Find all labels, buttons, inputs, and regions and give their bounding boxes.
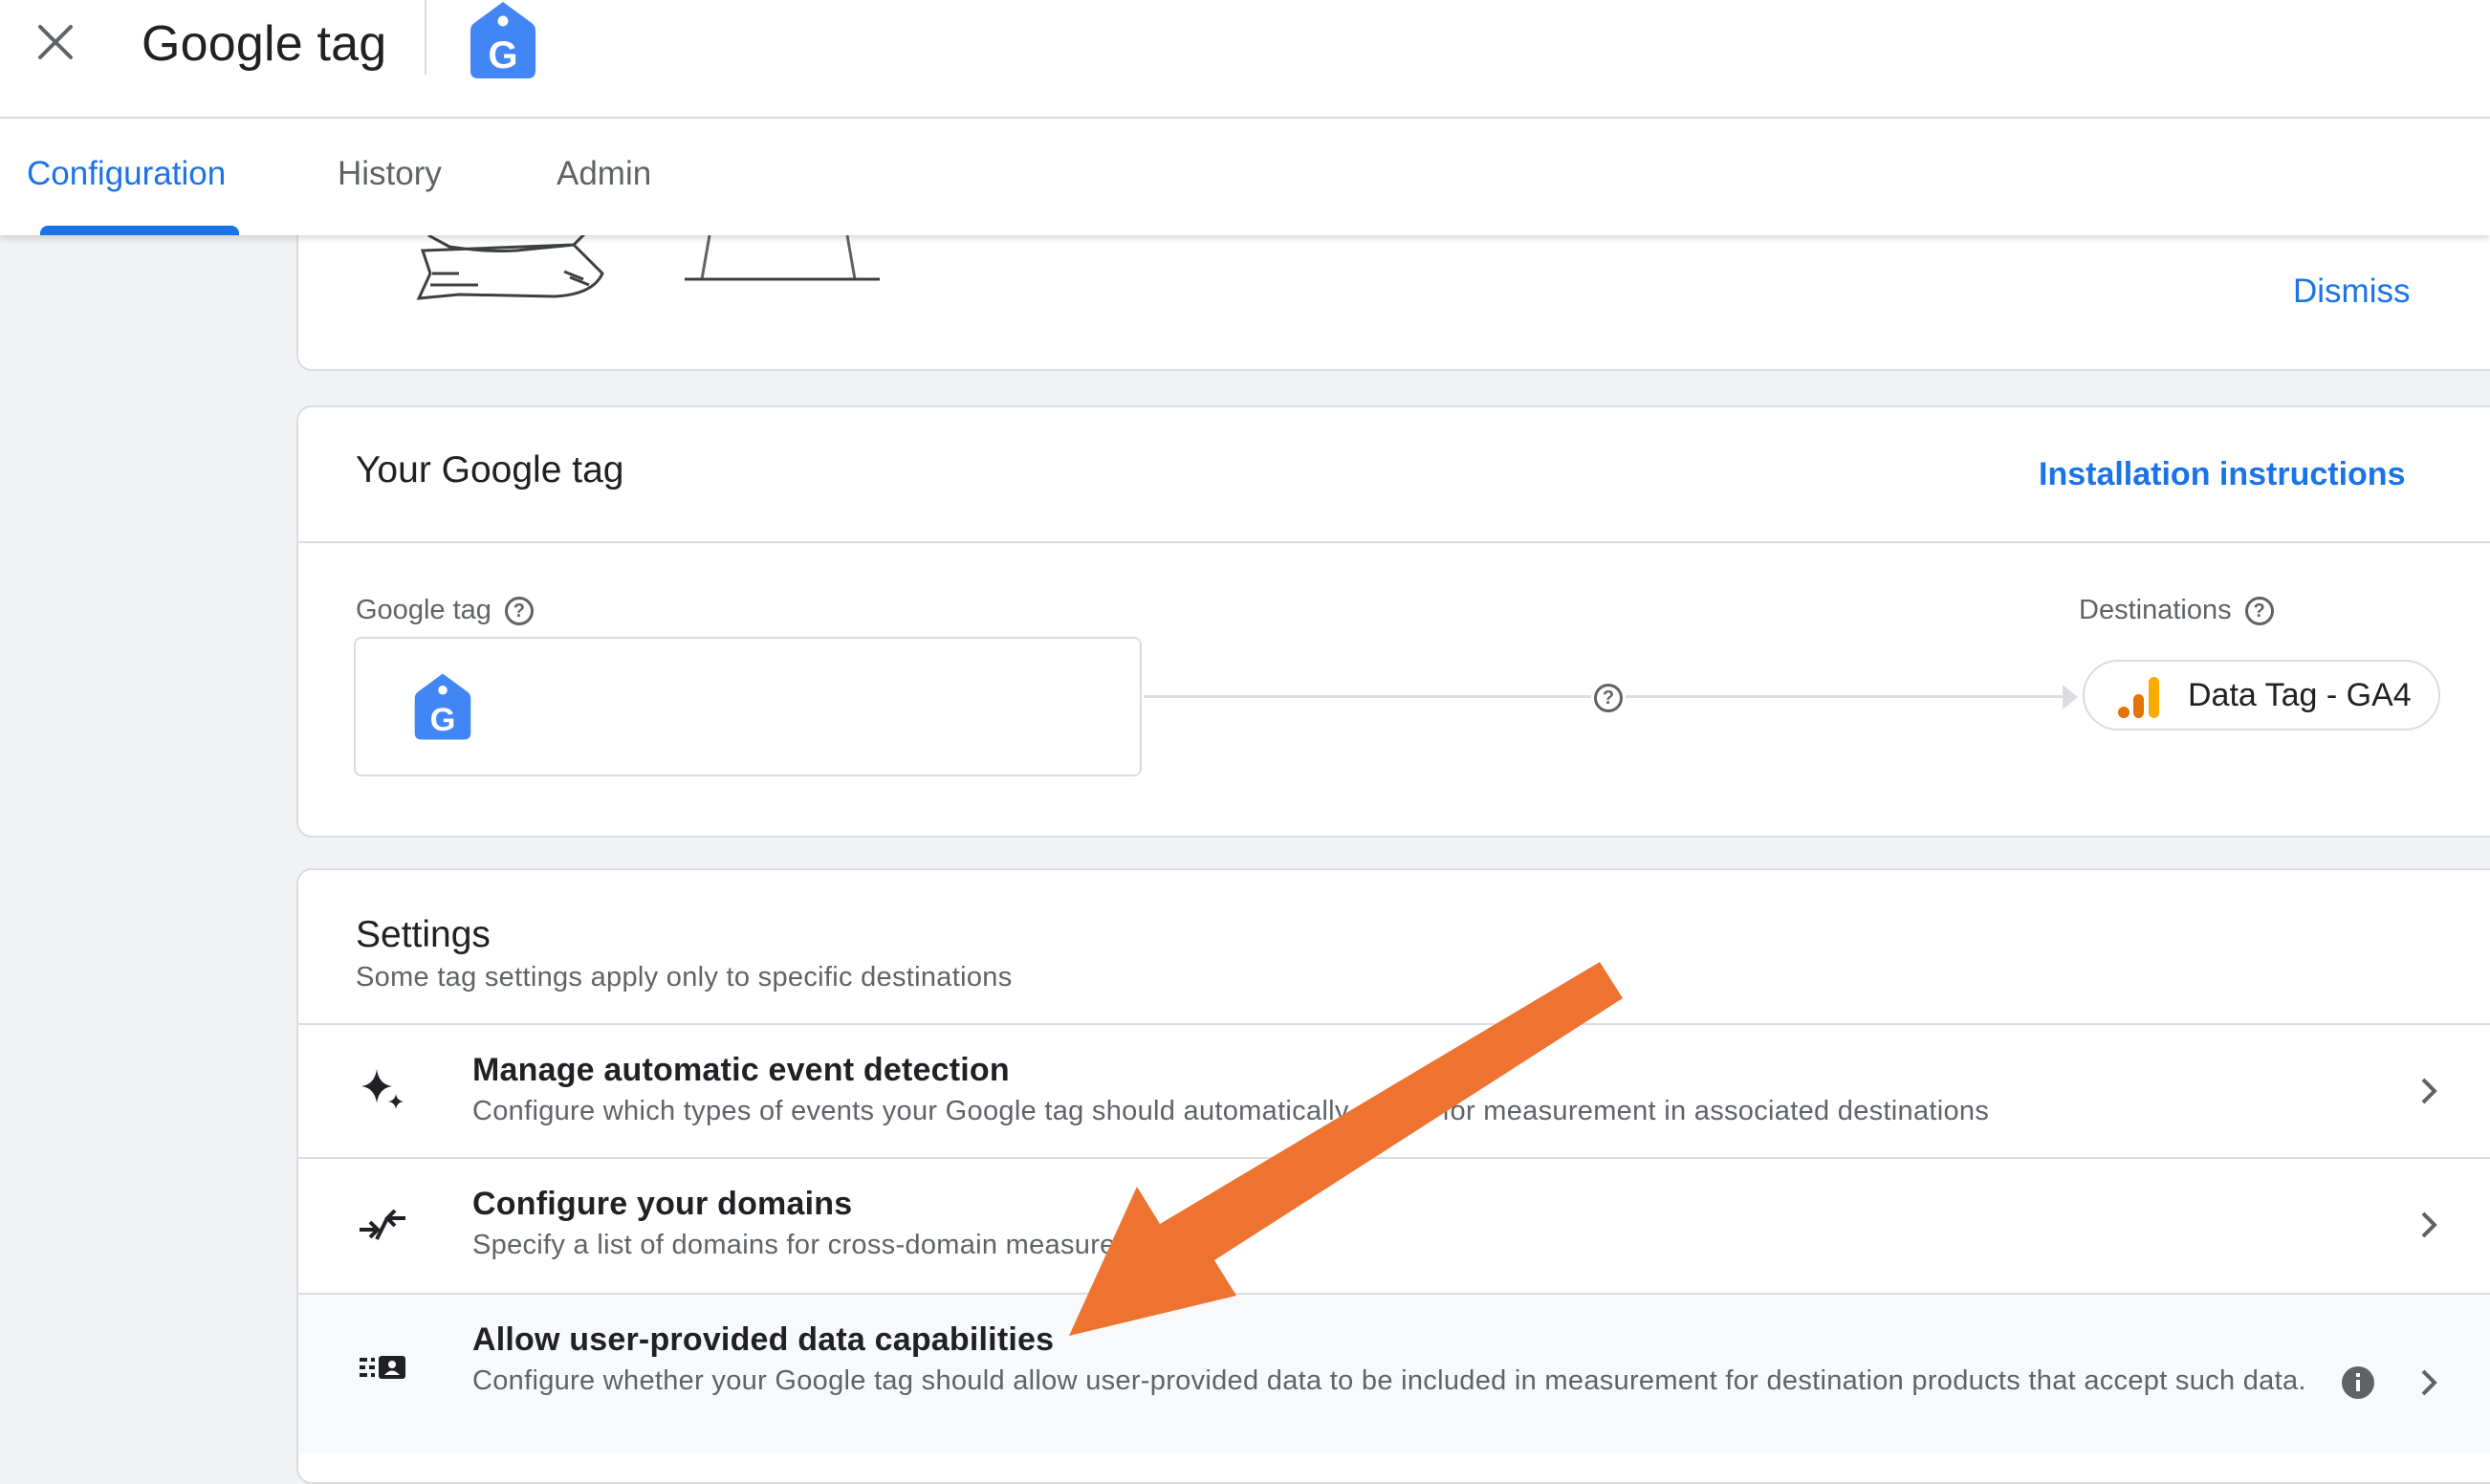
merge-arrows-icon [360,1209,405,1240]
help-icon[interactable]: ? [504,596,534,625]
chevron-right-icon [2421,1369,2437,1396]
your-google-tag-title: Your Google tag [356,449,624,491]
tab-configuration[interactable]: Configuration [27,155,226,193]
destinations-label: Destinations ? [2079,595,2274,626]
info-icon[interactable] [2341,1365,2375,1400]
tab-history[interactable]: History [338,155,442,193]
tab-bar: Configuration History Admin [0,119,2490,235]
help-icon: ? [1594,684,1623,712]
card-divider [298,541,2490,543]
dismiss-button[interactable]: Dismiss [2293,273,2410,311]
destination-chip[interactable]: Data Tag - GA4 [2083,660,2440,731]
destination-name: Data Tag - GA4 [2188,677,2412,713]
help-icon[interactable]: ? [2244,596,2274,625]
row-title: Allow user-provided data capabilities [472,1321,1055,1358]
google-tag-logo-icon: G [470,2,535,78]
tab-admin[interactable]: Admin [557,155,651,193]
connector-help[interactable]: ? [1591,681,1626,715]
app-title: Google tag [142,16,387,72]
row-title: Configure your domains [472,1186,853,1222]
sparkle-icon [361,1069,404,1109]
settings-row-event-detection[interactable]: Manage automatic event detection Configu… [298,1025,2490,1157]
close-icon [38,25,73,59]
banner-illustration [416,235,880,300]
settings-row-domains[interactable]: Configure your domains Specify a list of… [298,1159,2490,1291]
active-tab-indicator [40,226,239,235]
svg-text:G: G [488,34,517,76]
connector-arrowhead [2063,685,2078,709]
google-tag-field-label: Google tag ? [356,595,534,626]
destinations-label-text: Destinations [2079,595,2232,625]
title-divider [425,0,426,75]
google-tag-box[interactable]: G [354,637,1142,776]
installation-instructions-link[interactable]: Installation instructions [2039,456,2405,493]
google-tag-icon: G [414,673,471,740]
chevron-right-icon [2421,1211,2437,1238]
chevron-right-icon [2421,1078,2437,1104]
row-description: Configure whether your Google tag should… [472,1365,2306,1396]
user-data-icon [360,1356,405,1379]
settings-row-user-provided-data[interactable]: Allow user-provided data capabilities Co… [298,1295,2490,1453]
close-button[interactable] [27,13,84,71]
row-description: Configure which types of events your Goo… [472,1096,1990,1126]
settings-title: Settings [356,914,491,955]
settings-subtitle: Some tag settings apply only to specific… [356,962,1013,993]
row-title: Manage automatic event detection [472,1052,1010,1088]
svg-text:G: G [430,702,456,738]
row-description: Specify a list of domains for cross-doma… [472,1230,1179,1260]
google-tag-label-text: Google tag [356,595,491,625]
app-header: Google tag G [0,0,2490,119]
analytics-icon [2118,677,2159,718]
